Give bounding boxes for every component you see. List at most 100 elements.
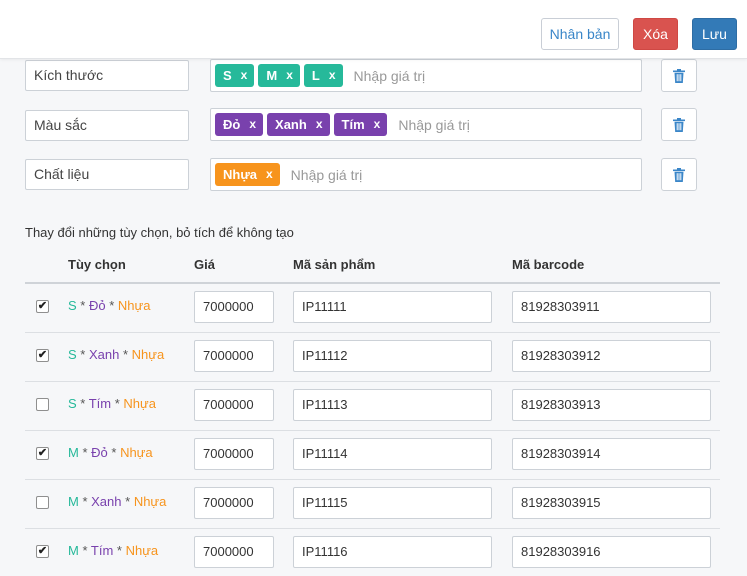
variant-checkbox[interactable]: ✔	[36, 545, 49, 558]
value-tag: Xanh x	[267, 113, 330, 136]
remove-tag-icon[interactable]: x	[241, 64, 248, 87]
combo-separator: *	[76, 396, 89, 411]
combo-size: S	[68, 298, 77, 313]
combo-color: Đỏ	[88, 298, 106, 313]
combo-color: Tím	[90, 543, 114, 558]
variants-hint: Thay đổi những tùy chọn, bỏ tích để khôn…	[25, 225, 294, 240]
sku-input[interactable]: IP11116	[293, 536, 492, 568]
combo-material: Nhựa	[125, 543, 159, 558]
combo-separator: *	[107, 445, 121, 460]
variant-checkbox[interactable]: ✔	[36, 300, 49, 313]
combo-material: Nhựa	[123, 396, 156, 411]
delete-option-button[interactable]	[661, 158, 697, 191]
value-input-placeholder[interactable]: Nhập giá trị	[398, 117, 470, 133]
remove-tag-icon[interactable]: x	[374, 113, 381, 136]
combo-separator: *	[119, 347, 132, 362]
sku-input[interactable]: IP11114	[293, 438, 492, 470]
combo-size: S	[68, 347, 77, 362]
value-tag-label: S	[223, 68, 232, 83]
variant-checkbox[interactable]: ✔	[36, 349, 49, 362]
combo-material: Nhựa	[133, 494, 167, 509]
option-name-field[interactable]: Màu sắc	[25, 110, 189, 141]
value-tag-label: Đỏ	[223, 117, 241, 132]
option-values-field[interactable]: Đỏ x Xanh x Tím x Nhập giá trị	[210, 108, 642, 141]
combo-separator: *	[76, 298, 89, 313]
table-row: ✔ S * Đỏ * Nhựa 7000000 IP11111 81928303…	[25, 283, 720, 331]
remove-tag-icon[interactable]: x	[266, 163, 273, 186]
combo-size: M	[68, 543, 79, 558]
value-tag: Lx	[303, 64, 343, 87]
variant-combination: M * Đỏ * Nhựa	[68, 445, 153, 460]
combo-color: Xanh	[88, 347, 120, 362]
variant-checkbox[interactable]	[36, 398, 49, 411]
value-tag: Sx	[215, 64, 255, 87]
value-tag: Đỏ x	[215, 113, 264, 136]
variant-combination: M * Tím * Nhựa	[68, 543, 158, 558]
trash-icon	[673, 167, 685, 182]
duplicate-button[interactable]: Nhân bản	[541, 18, 619, 50]
sku-input[interactable]: IP11113	[293, 389, 492, 421]
variant-combination: S * Tím * Nhựa	[68, 396, 156, 411]
header-sku: Mã sản phẩm	[293, 257, 376, 272]
value-tag-label: Nhựa	[223, 167, 257, 182]
option-name-field[interactable]: Kích thước	[25, 60, 189, 91]
price-input[interactable]: 7000000	[194, 291, 274, 323]
variant-combination: S * Xanh * Nhựa	[68, 347, 164, 362]
delete-button[interactable]: Xóa	[633, 18, 678, 50]
barcode-input[interactable]: 81928303915	[512, 487, 711, 519]
remove-tag-icon[interactable]: x	[329, 64, 336, 87]
value-tag-label: M	[266, 68, 278, 83]
barcode-input[interactable]: 81928303916	[512, 536, 711, 568]
header-barcode: Mã barcode	[512, 257, 585, 272]
remove-tag-icon[interactable]: x	[249, 113, 256, 136]
price-input[interactable]: 7000000	[194, 389, 274, 421]
combo-separator: *	[111, 396, 124, 411]
combo-separator: *	[105, 298, 118, 313]
combo-color: Tím	[88, 396, 112, 411]
combo-material: Nhựa	[131, 347, 165, 362]
barcode-input[interactable]: 81928303913	[512, 389, 711, 421]
table-row: ✔ S * Xanh * Nhựa 7000000 IP11112 819283…	[25, 332, 720, 380]
value-input-placeholder[interactable]: Nhập giá trị	[291, 167, 363, 183]
delete-option-button[interactable]	[661, 59, 697, 92]
value-tag-label: L	[311, 68, 320, 83]
remove-tag-icon[interactable]: x	[286, 64, 293, 87]
price-input[interactable]: 7000000	[194, 536, 274, 568]
value-tag: Tím x	[333, 113, 388, 136]
barcode-input[interactable]: 81928303911	[512, 291, 711, 323]
price-input[interactable]: 7000000	[194, 487, 274, 519]
delete-option-button[interactable]	[661, 108, 697, 141]
variant-checkbox[interactable]: ✔	[36, 447, 49, 460]
table-row: M * Xanh * Nhựa 7000000 IP11115 81928303…	[25, 479, 720, 527]
variant-checkbox[interactable]	[36, 496, 49, 509]
barcode-input[interactable]: 81928303912	[512, 340, 711, 372]
combo-material: Nhựa	[117, 298, 151, 313]
save-button[interactable]: Lưu	[692, 18, 737, 50]
combo-size: M	[68, 445, 79, 460]
value-input-placeholder[interactable]: Nhập giá trị	[354, 68, 426, 84]
option-values-field[interactable]: Sx Mx Lx Nhập giá trị	[210, 59, 642, 92]
combo-color: Đỏ	[91, 445, 108, 460]
remove-tag-icon[interactable]: x	[316, 113, 323, 136]
top-toolbar: Nhân bản Xóa Lưu	[0, 0, 747, 59]
variant-combination: M * Xanh * Nhựa	[68, 494, 166, 509]
value-tag-label: Xanh	[275, 117, 307, 132]
table-row: ✔ M * Đỏ * Nhựa 7000000 IP11114 81928303…	[25, 430, 720, 478]
barcode-input[interactable]: 81928303914	[512, 438, 711, 470]
value-tag-label: Tím	[341, 117, 365, 132]
table-row: ✔ M * Tím * Nhựa 7000000 IP11116 8192830…	[25, 528, 720, 576]
sku-input[interactable]: IP11111	[293, 291, 492, 323]
option-name-field[interactable]: Chất liệu	[25, 159, 189, 190]
price-input[interactable]: 7000000	[194, 340, 274, 372]
combo-separator: *	[121, 494, 134, 509]
option-values-field[interactable]: Nhựa x Nhập giá trị	[210, 158, 642, 191]
sku-input[interactable]: IP11112	[293, 340, 492, 372]
sku-input[interactable]: IP11115	[293, 487, 492, 519]
combo-material: Nhựa	[120, 445, 153, 460]
header-option: Tùy chọn	[68, 257, 126, 272]
combo-size: M	[68, 494, 79, 509]
price-input[interactable]: 7000000	[194, 438, 274, 470]
combo-separator: *	[113, 543, 126, 558]
trash-icon	[673, 117, 685, 132]
value-tag: Nhựa x	[215, 163, 280, 186]
